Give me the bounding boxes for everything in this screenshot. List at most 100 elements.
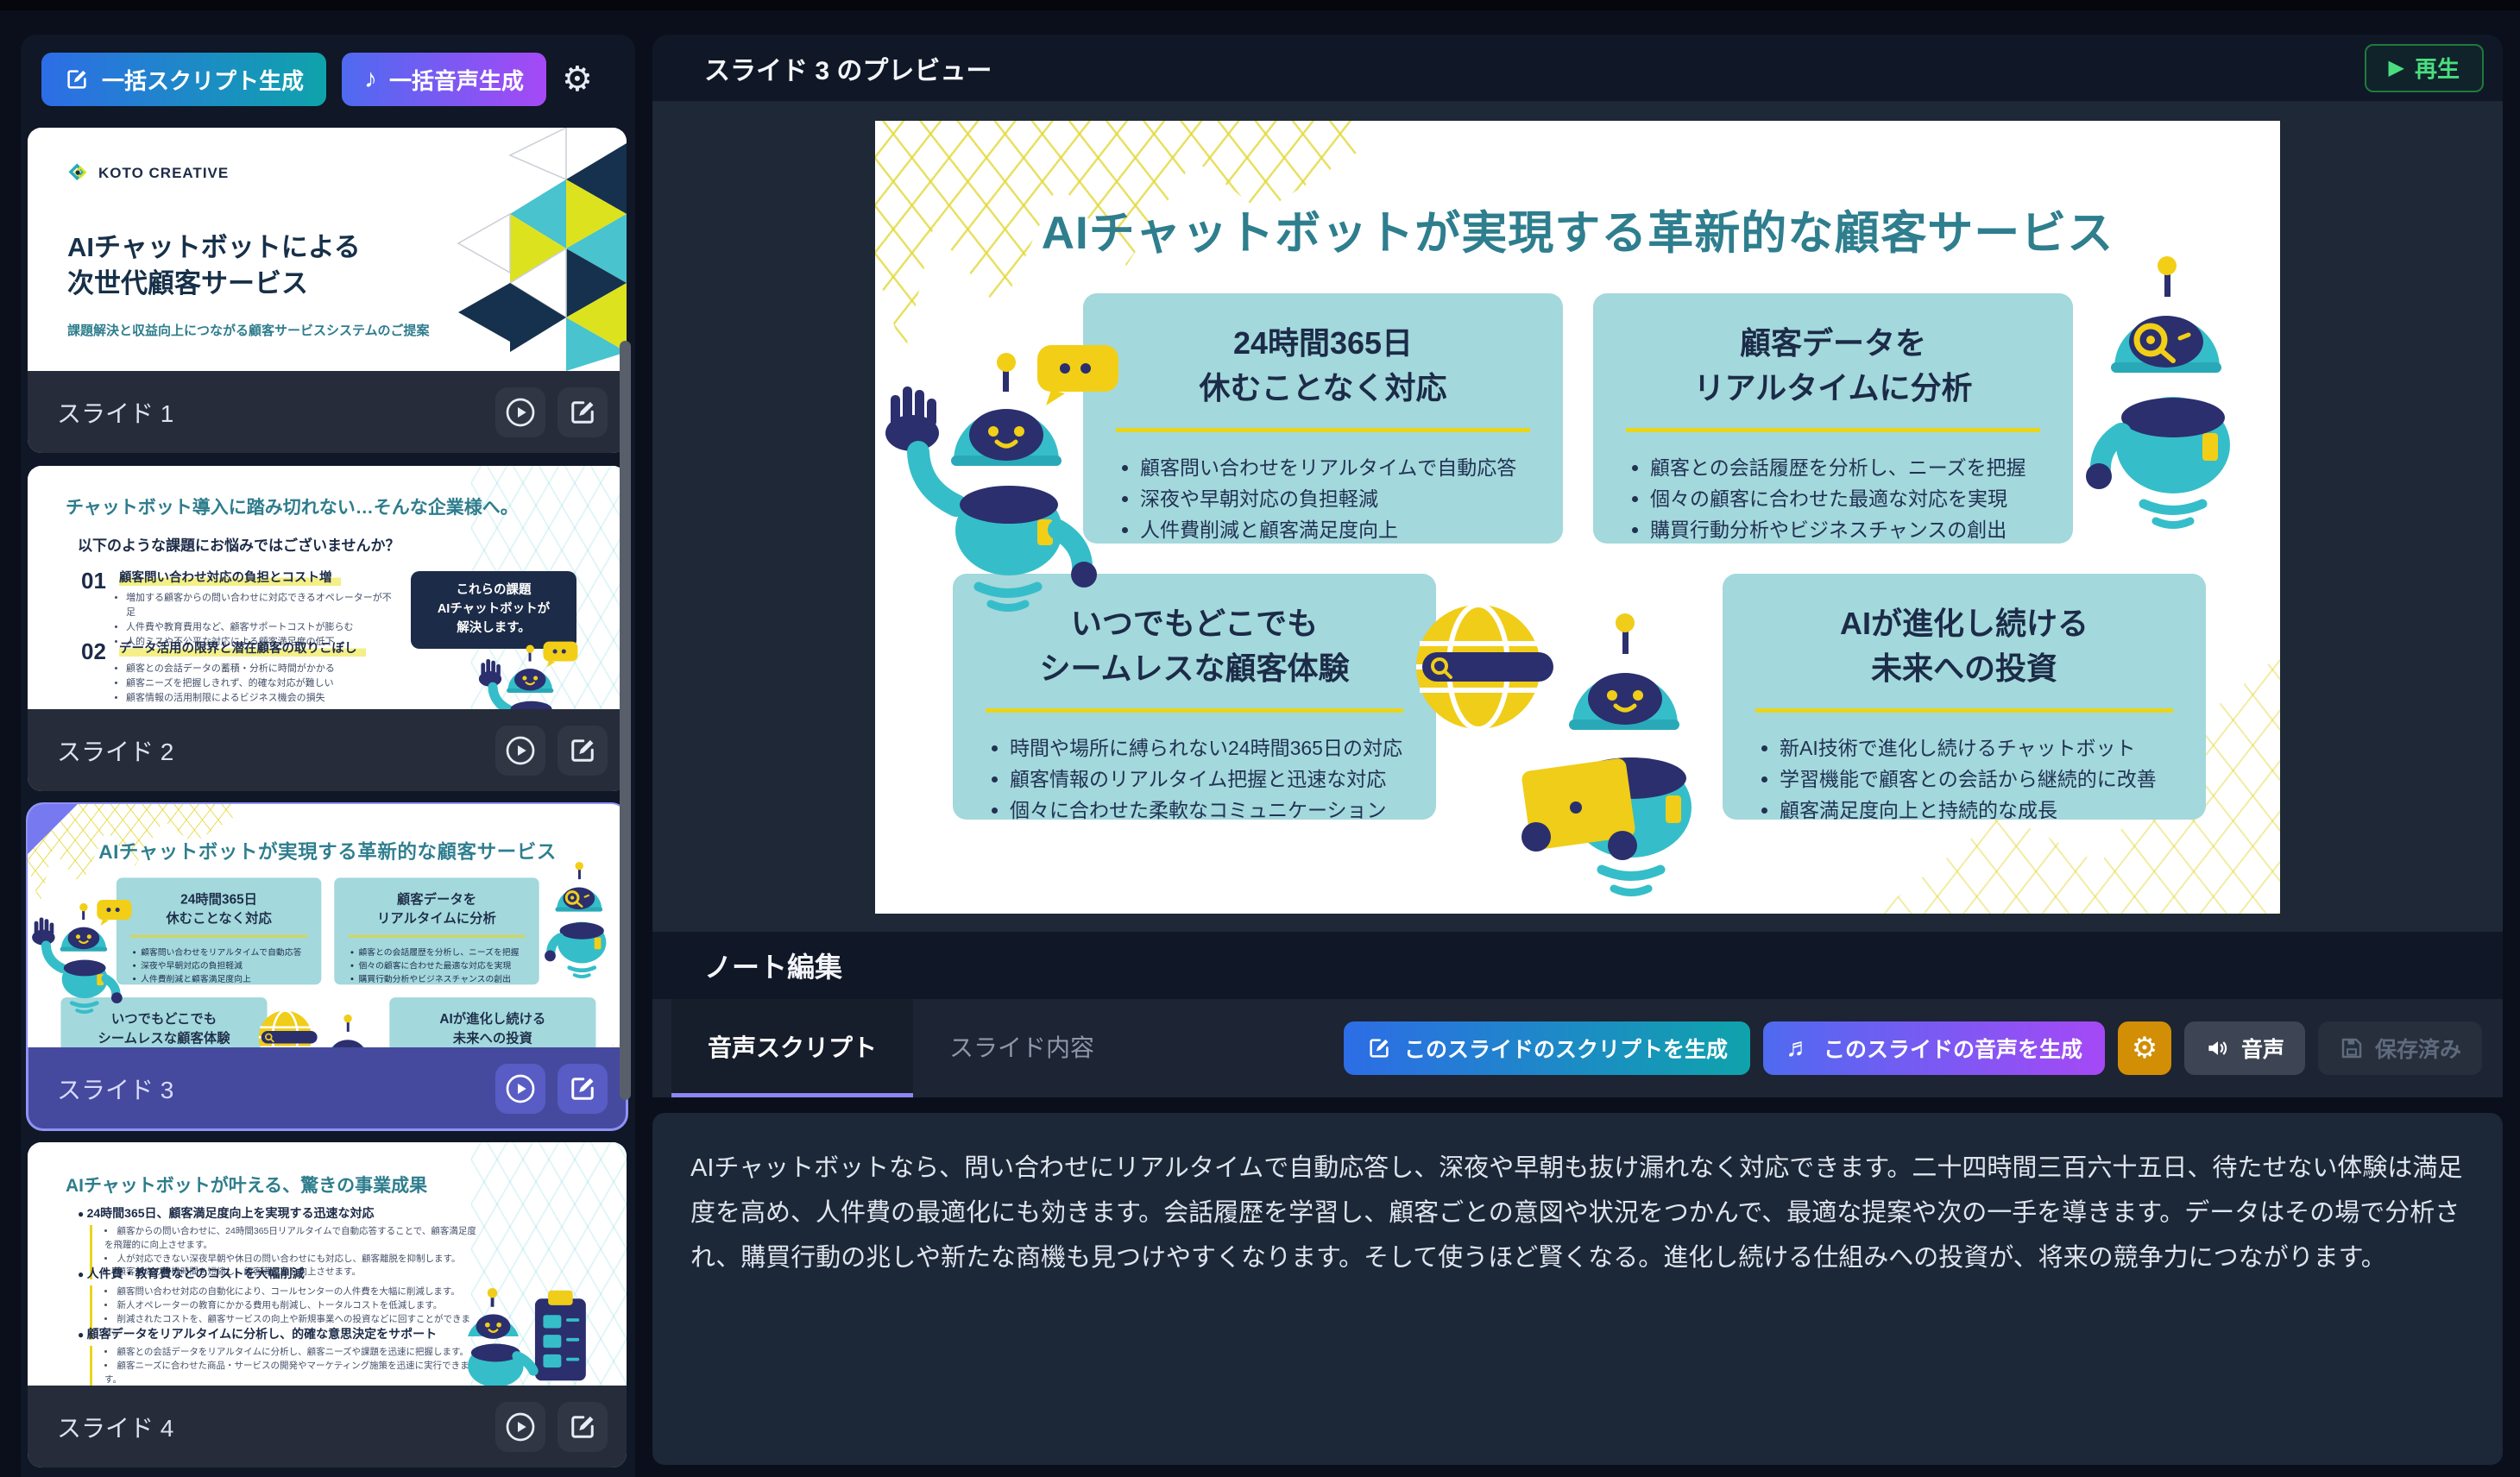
issue-item-1: 01 顧客問い合わせ対応の負担とコスト増 増加する顧客からの問い合わせに対応でき…: [81, 568, 392, 650]
feature-box-4: AIが進化し続ける未来への投資 新AI技術で進化し続けるチャットボット学習機能で…: [389, 997, 595, 1047]
waving-robot-illustration: [457, 635, 595, 709]
slide-2-title: チャットボット導入に踏み切れない…そんな企業様へ。: [66, 493, 519, 519]
feature-box-4: AIが進化し続ける未来への投資 新AI技術で進化し続けるチャットボット学習機能で…: [1723, 574, 2206, 820]
slide-3-edit-button[interactable]: [558, 1064, 608, 1114]
yellow-divider: [130, 935, 307, 937]
generate-script-button[interactable]: このスライドのスクリプトを生成: [1344, 1021, 1750, 1075]
tablet-robot-illustration: [1396, 585, 1742, 904]
edit-icon: [567, 735, 598, 766]
edit-icon: [567, 1073, 598, 1104]
slide-3-footer: スライド 3: [28, 1047, 627, 1129]
edit-icon: [567, 397, 598, 428]
batch-script-label: 一括スクリプト生成: [102, 64, 304, 96]
magnifier-robot-illustration: [531, 858, 627, 980]
slide-4-image: AIチャットボットが叶える、驚きの事業成果 24時間365日、顧客満足度向上を実…: [28, 1142, 627, 1386]
result-section-3: 顧客データをリアルタイムに分析し、的確な意思決定をサポート 顧客との会話データを…: [78, 1325, 483, 1386]
gap: [652, 1097, 2503, 1113]
music-note-icon: ♪: [364, 66, 377, 92]
slide-thumbnail-1[interactable]: KOTO CREATIVE AIチャットボットによる 次世代顧客サービス 課題解…: [28, 128, 627, 453]
slide-4-play-button[interactable]: [495, 1402, 545, 1452]
tab-slide-content[interactable]: スライド内容: [913, 999, 1131, 1097]
slides-sidebar: 一括スクリプト生成 ♪ 一括音声生成 ⚙ KOTO CREATIVE AIチャッ…: [21, 35, 635, 1477]
issue-item-2: 02 データ活用の限界と潜在顧客の取りこぼし 顧客との会話データの蓄積・分析に時…: [81, 638, 392, 706]
slide-2-play-button[interactable]: [495, 726, 545, 776]
waving-robot-illustration: [875, 330, 1127, 614]
play-circle-icon: [505, 1411, 536, 1442]
slide-thumbnail-2[interactable]: チャットボット導入に踏み切れない…そんな企業様へ。 以下のような課題にお悩みでは…: [28, 466, 627, 791]
audio-settings-button[interactable]: ⚙: [2118, 1021, 2171, 1075]
feature-box-1: 24時間365日休むことなく対応 顧客問い合わせをリアルタイムで自動応答深夜や早…: [117, 877, 321, 984]
feature-box-2: 顧客データをリアルタイムに分析 顧客との会話履歴を分析し、ニーズを把握個々の顧客…: [1593, 293, 2073, 544]
play-icon: ▶: [2389, 58, 2404, 79]
edit-icon: [567, 1411, 598, 1442]
clipboard-robot-illustration: [452, 1287, 616, 1386]
yellow-divider: [986, 708, 1403, 713]
slide-1-title: AIチャットボットによる 次世代顧客サービス: [67, 229, 361, 302]
feature-box-1: 24時間365日休むことなく対応 顧客問い合わせをリアルタイムで自動応答深夜や早…: [1083, 293, 1563, 544]
batch-audio-label: 一括音声生成: [389, 64, 524, 96]
slide-3-play-button[interactable]: [495, 1064, 545, 1114]
play-circle-icon: [505, 735, 536, 766]
slide-2-label: スライド 2: [57, 733, 483, 768]
notes-header: ノート編集: [652, 932, 2503, 999]
slide-4-footer: スライド 4: [28, 1386, 627, 1468]
preview-header: スライド 3 のプレビュー ▶ 再生: [652, 35, 2503, 102]
saved-button[interactable]: 保存済み: [2318, 1021, 2482, 1075]
tablet-robot-illustration: [250, 1002, 398, 1047]
script-textarea[interactable]: AIチャットボットなら、問い合わせにリアルタイムで自動応答し、深夜や早朝も抜け漏…: [652, 1113, 2503, 1465]
slide-2-image: チャットボット導入に踏み切れない…そんな企業様へ。 以下のような課題にお悩みでは…: [28, 466, 627, 709]
yellow-divider: [1626, 428, 2040, 432]
slide-4-edit-button[interactable]: [558, 1402, 608, 1452]
generate-audio-button[interactable]: ♬ このスライドの音声を生成: [1763, 1021, 2105, 1075]
settings-gear-icon[interactable]: ⚙: [562, 62, 593, 97]
script-text: AIチャットボットなら、問い合わせにリアルタイムで自動応答し、深夜や早朝も抜け漏…: [690, 1146, 2465, 1281]
slide-2-subtitle: 以下のような課題にお悩みではございませんか？: [78, 533, 400, 555]
main-panel: スライド 3 のプレビュー ▶ 再生 AIチャットボットが実現する革新的な顧客サ…: [652, 35, 2503, 1477]
slide-2-edit-button[interactable]: [558, 726, 608, 776]
slide-4-title: AIチャットボットが叶える、驚きの事業成果: [66, 1172, 427, 1197]
slide-1-image: KOTO CREATIVE AIチャットボットによる 次世代顧客サービス 課題解…: [28, 128, 627, 371]
window-top-strip: [0, 0, 2520, 10]
koto-creative-logo: KOTO CREATIVE: [67, 162, 229, 185]
slide-3-mini: AIチャットボットが実現する革新的な顧客サービス 24時間365日休むことなく対…: [28, 804, 627, 1047]
edit-icon: [1366, 1035, 1392, 1061]
tab-audio-script[interactable]: 音声スクリプト: [671, 999, 913, 1097]
sidebar-toolbar: 一括スクリプト生成 ♪ 一括音声生成 ⚙: [21, 35, 635, 124]
edit-icon: [64, 66, 90, 92]
slide-1-subtitle: 課題解決と収益向上につながる顧客サービスシステムのご提案: [67, 321, 430, 339]
voice-button[interactable]: 音声: [2184, 1021, 2305, 1075]
slide-list: KOTO CREATIVE AIチャットボットによる 次世代顧客サービス 課題解…: [21, 124, 635, 1468]
slide-1-edit-button[interactable]: [558, 387, 608, 437]
slide-4-label: スライド 4: [57, 1410, 483, 1444]
gear-icon: ⚙: [2132, 1031, 2158, 1065]
notes-tab-row: 音声スクリプト スライド内容 このスライドのスクリプトを生成 ♬ このスライドの…: [652, 999, 2503, 1097]
preview-title: スライド 3 のプレビュー: [704, 49, 2365, 87]
selected-corner-triangle: [28, 804, 78, 854]
batch-script-button[interactable]: 一括スクリプト生成: [41, 53, 326, 106]
slide-1-footer: スライド 1: [28, 371, 627, 453]
slide-2-footer: スライド 2: [28, 709, 627, 791]
play-circle-icon: [505, 397, 536, 428]
play-button[interactable]: ▶ 再生: [2365, 44, 2484, 92]
batch-audio-button[interactable]: ♪ 一括音声生成: [342, 53, 546, 106]
notes-heading: ノート編集: [704, 946, 842, 985]
yellow-divider: [1116, 428, 1530, 432]
slide-3-image: AIチャットボットが実現する革新的な顧客サービス 24時間365日休むことなく対…: [28, 804, 627, 1047]
sidebar-scrollbar[interactable]: [620, 341, 631, 1100]
logo-diamond-icon: [67, 162, 90, 185]
slide-3-label: スライド 3: [57, 1072, 483, 1106]
waving-robot-illustration: [28, 893, 135, 1015]
slide-1-label: スライド 1: [57, 395, 483, 430]
feature-box-2: 顧客データをリアルタイムに分析 顧客との会話履歴を分析し、ニーズを把握個々の顧客…: [334, 877, 539, 984]
yellow-divider: [1755, 708, 2173, 713]
slide-canvas[interactable]: AIチャットボットが実現する革新的な顧客サービス 24時間365日休むことなく対…: [875, 121, 2280, 914]
slide-preview-area: AIチャットボットが実現する革新的な顧客サービス 24時間365日休むことなく対…: [652, 102, 2503, 932]
triangle-mosaic-art: [428, 128, 627, 371]
notes-section: ノート編集 音声スクリプト スライド内容 このスライドのスクリプトを生成 ♬ こ…: [652, 932, 2503, 1465]
music-note-icon: ♬: [1786, 1035, 1811, 1061]
slide-thumbnail-4[interactable]: AIチャットボットが叶える、驚きの事業成果 24時間365日、顧客満足度向上を実…: [28, 1142, 627, 1468]
speaker-icon: [2205, 1035, 2231, 1061]
slide-thumbnail-3-selected[interactable]: AIチャットボットが実現する革新的な顧客サービス 24時間365日休むことなく対…: [28, 804, 627, 1129]
floppy-disk-icon: [2339, 1035, 2365, 1061]
slide-1-play-button[interactable]: [495, 387, 545, 437]
